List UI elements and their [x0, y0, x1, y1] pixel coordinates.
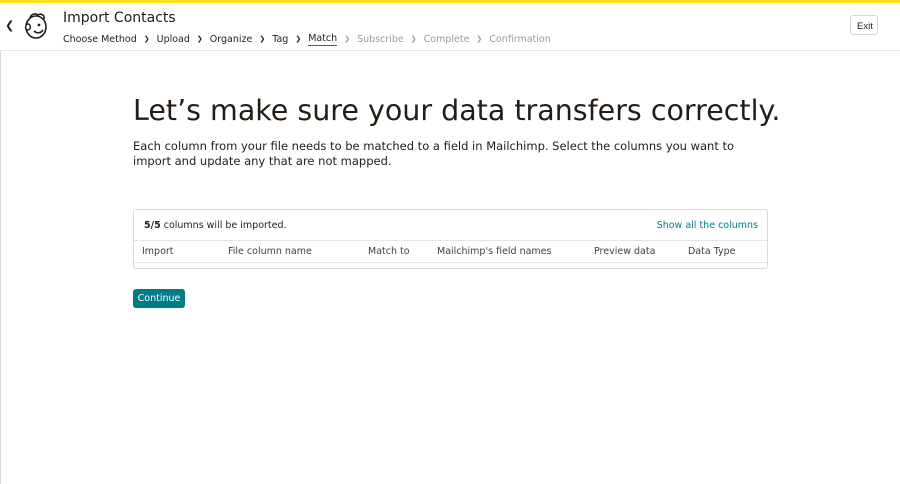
column-header-mailchimp-field-names: Mailchimp's field names [437, 246, 552, 257]
step-confirmation: Confirmation [489, 33, 551, 45]
main-headline: Let’s make sure your data transfers corr… [133, 94, 781, 127]
chevron-right-icon: ❯ [196, 35, 203, 43]
chevron-right-icon: ❯ [143, 35, 150, 43]
step-complete: Complete [423, 33, 470, 45]
column-header-data-type: Data Type [688, 246, 736, 257]
chevron-right-icon: ❯ [295, 35, 302, 43]
step-upload: Upload [156, 33, 190, 45]
import-steps-breadcrumb: Choose Method ❯ Upload ❯ Organize ❯ Tag … [63, 31, 551, 47]
column-header-match-to: Match to [368, 246, 410, 257]
column-header-import: Import [142, 246, 174, 257]
step-match: Match [308, 32, 338, 46]
columns-summary: 5/5 columns will be imported. [144, 219, 287, 232]
continue-button[interactable]: Continue [133, 289, 185, 308]
show-all-columns-link[interactable]: Show all the columns [657, 219, 758, 232]
left-border [0, 3, 1, 484]
step-choose-method: Choose Method [63, 33, 137, 45]
chevron-left-icon[interactable]: ❮ [5, 20, 15, 32]
step-subscribe: Subscribe [357, 33, 404, 45]
mailchimp-logo-icon [24, 13, 47, 39]
exit-button[interactable]: Exit [850, 15, 878, 35]
chevron-right-icon: ❯ [344, 35, 351, 43]
chevron-right-icon: ❯ [476, 35, 483, 43]
column-mapping-card: 5/5 columns will be imported. Show all t… [133, 209, 768, 269]
import-header: ❮ Import Contacts Choose Method ❯ Upload… [0, 3, 900, 51]
step-organize: Organize [209, 33, 253, 45]
mapping-table-header: Import File column name Match to Mailchi… [134, 240, 767, 263]
intro-text: Each column from your file needs to be m… [133, 139, 735, 168]
chevron-right-icon: ❯ [410, 35, 417, 43]
columns-count: 5/5 [144, 220, 161, 231]
column-header-preview-data: Preview data [594, 246, 656, 257]
column-header-file-column-name: File column name [228, 246, 312, 257]
step-tag: Tag [272, 33, 289, 45]
chevron-right-icon: ❯ [259, 35, 266, 43]
columns-summary-text: columns will be imported. [160, 220, 287, 231]
page-title: Import Contacts [63, 10, 176, 26]
